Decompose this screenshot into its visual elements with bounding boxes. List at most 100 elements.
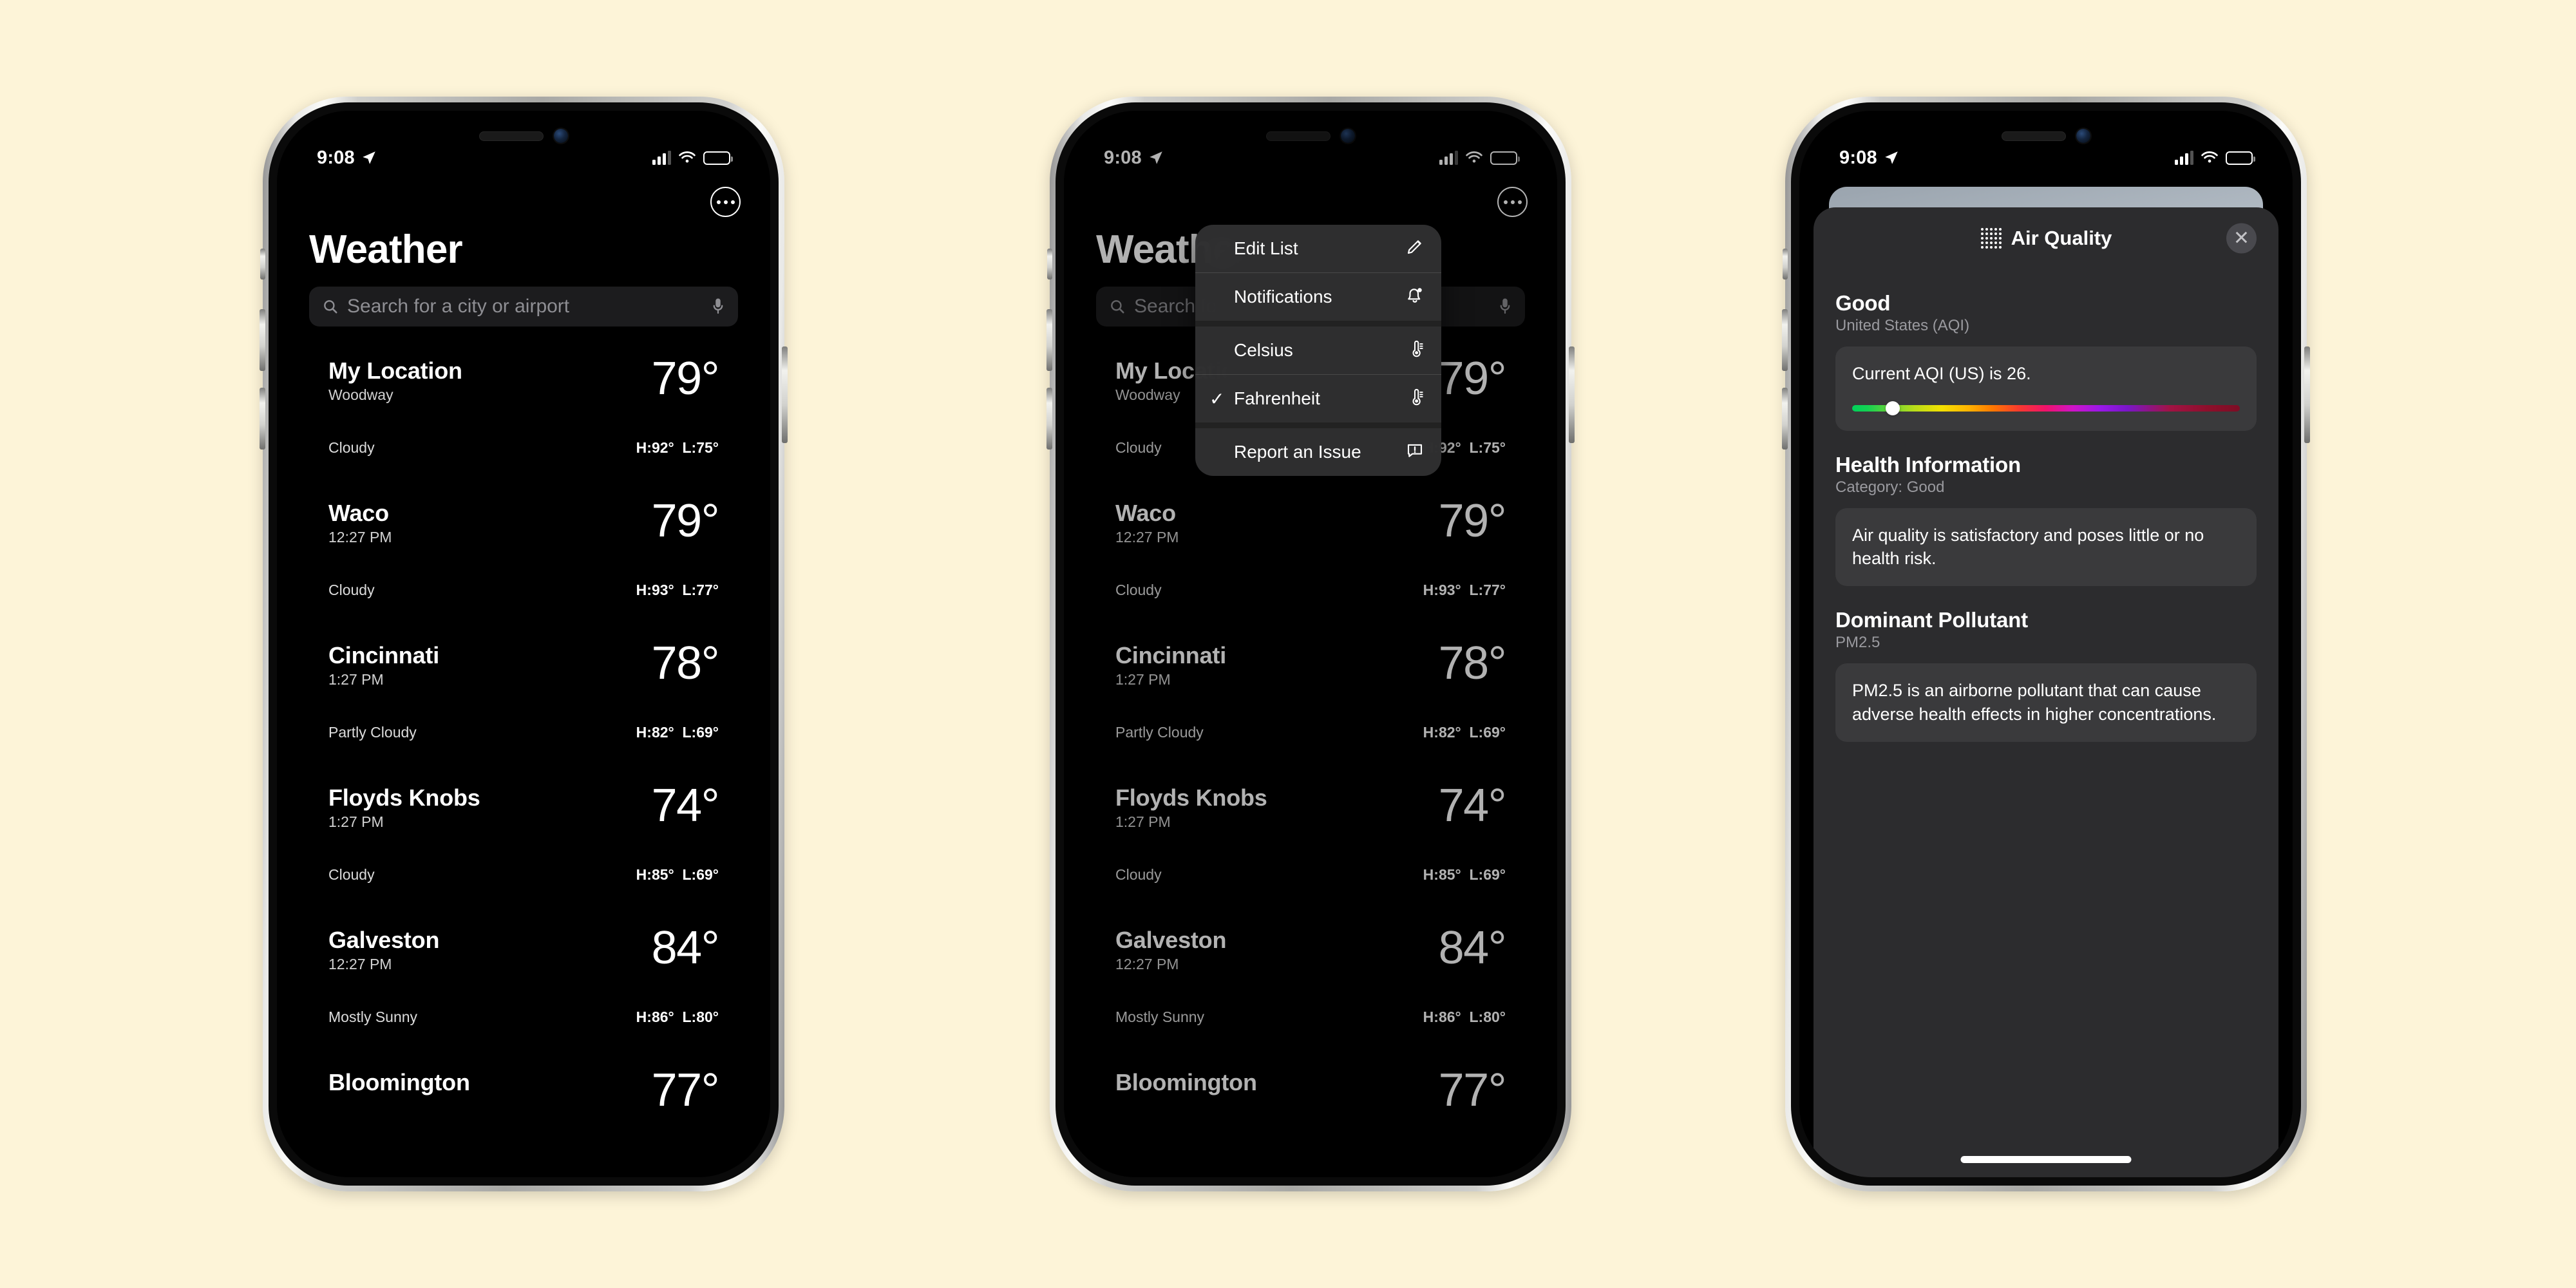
card-high-low: H:93° L:77° xyxy=(636,582,719,598)
air-quality-sheet: Air Quality ✕ Good United States (AQI) C… xyxy=(1814,207,2278,1177)
phone-device-3: 9:08 Air Quality ✕ Good United States (A… xyxy=(1782,97,2310,1191)
weather-card[interactable]: Bloomington 77° xyxy=(309,1054,738,1177)
dominant-pollutant-text: PM2.5 is an airborne pollutant that can … xyxy=(1835,663,2257,742)
menu-item-notifications[interactable]: Notifications xyxy=(1195,273,1441,321)
microphone-icon[interactable] xyxy=(711,297,725,316)
menu-item-label: Report an Issue xyxy=(1234,442,1361,462)
dominant-pollutant-name: PM2.5 xyxy=(1835,634,1880,652)
menu-item-label: Notifications xyxy=(1234,287,1332,307)
search-icon xyxy=(324,300,337,314)
weather-card[interactable]: My Location Woodway 79° Cloudy H:92° L:75° xyxy=(309,342,738,471)
status-left: 9:08 xyxy=(317,147,377,169)
card-temperature: 78° xyxy=(651,638,720,689)
thermometer-icon xyxy=(1405,339,1425,363)
report-bubble-icon xyxy=(1405,440,1425,464)
cellular-bars-icon xyxy=(2175,151,2193,165)
air-quality-dots-icon xyxy=(1980,227,2002,249)
card-bottom-row: Cloudy H:92° L:75° xyxy=(328,439,719,457)
card-location-block: Cincinnati 1:27 PM xyxy=(328,642,439,688)
volume-down-button[interactable] xyxy=(260,388,265,450)
card-bottom-row: Cloudy H:85° L:69° xyxy=(328,866,719,884)
aqi-category: Good xyxy=(1835,291,1891,315)
weather-list-page: Weather Search for a city or airport xyxy=(277,111,770,1177)
current-aqi-box: Current AQI (US) is 26. xyxy=(1835,346,2257,431)
menu-separator xyxy=(1195,321,1441,327)
card-top-row: Bloomington 77° xyxy=(328,1065,720,1116)
location-arrow-icon xyxy=(363,151,375,164)
card-high-low: H:85° L:69° xyxy=(636,866,719,883)
card-location-block: Galveston 12:27 PM xyxy=(328,927,439,973)
card-city: Bloomington xyxy=(328,1069,470,1095)
menu-item-celsius[interactable]: Celsius xyxy=(1195,327,1441,374)
menu-separator xyxy=(1195,422,1441,428)
thermometer-icon xyxy=(1405,387,1425,411)
phone-bezel: 9:08 xyxy=(1791,102,2301,1186)
cellular-bars-icon xyxy=(652,151,671,165)
close-icon[interactable]: ✕ xyxy=(2226,223,2257,254)
status-bar: 9:08 xyxy=(277,111,770,183)
weather-card[interactable]: Galveston 12:27 PM 84° Mostly Sunny H:86° L:… xyxy=(309,911,738,1040)
card-city: Galveston xyxy=(328,927,440,953)
phone-device-2: 9:08 Weather Search My Location Woodway … xyxy=(1046,97,1575,1191)
status-right xyxy=(2175,151,2255,165)
card-subtitle: 12:27 PM xyxy=(328,956,392,972)
card-condition: Partly Cloudy xyxy=(328,724,417,741)
pencil-icon xyxy=(1405,237,1425,261)
card-top-row: Galveston 12:27 PM 84° xyxy=(328,922,720,974)
menu-item-report-an-issue[interactable]: Report an Issue xyxy=(1195,428,1441,476)
weather-card[interactable]: Floyds Knobs 1:27 PM 74° Cloudy H:85° L:69° xyxy=(309,769,738,898)
volume-down-button[interactable] xyxy=(1046,388,1052,450)
menu-item-edit-list[interactable]: Edit List xyxy=(1195,225,1441,272)
health-info-title: Health Information xyxy=(1835,452,2021,477)
menu-item-fahrenheit[interactable]: ✓ Fahrenheit xyxy=(1195,375,1441,422)
volume-down-button[interactable] xyxy=(1782,388,1788,450)
status-left: 9:08 xyxy=(1839,147,1900,169)
card-subtitle: 12:27 PM xyxy=(328,529,392,545)
dominant-pollutant-title: Dominant Pollutant xyxy=(1835,608,2028,632)
volume-up-button[interactable] xyxy=(260,309,265,371)
phone-bezel: 9:08 xyxy=(1056,102,1566,1186)
card-bottom-row: Mostly Sunny H:86° L:80° xyxy=(328,1009,719,1026)
card-location-block: Bloomington xyxy=(328,1069,470,1098)
card-temperature: 84° xyxy=(651,922,720,974)
mute-switch[interactable] xyxy=(1783,249,1788,279)
mute-switch[interactable] xyxy=(260,249,265,279)
volume-up-button[interactable] xyxy=(1046,309,1052,371)
menu-item-label: Fahrenheit xyxy=(1234,388,1320,408)
home-indicator[interactable] xyxy=(1960,1156,2132,1163)
card-condition: Cloudy xyxy=(328,439,375,456)
card-bottom-row: Cloudy H:93° L:77° xyxy=(328,582,719,599)
wifi-icon xyxy=(679,151,696,163)
health-info-category: Category: Good xyxy=(1835,478,1945,496)
power-button[interactable] xyxy=(782,346,788,443)
power-button[interactable] xyxy=(1569,346,1575,443)
wifi-icon xyxy=(2201,151,2218,163)
volume-up-button[interactable] xyxy=(1782,309,1788,371)
page-title: Weather xyxy=(309,227,463,272)
screen-3: 9:08 Air Quality ✕ Good United States (A… xyxy=(1799,111,2293,1177)
aqi-scale-bar xyxy=(1852,401,2240,415)
card-condition: Cloudy xyxy=(328,582,375,598)
card-top-row: Cincinnati 1:27 PM 78° xyxy=(328,638,720,689)
aqi-scale: United States (AQI) xyxy=(1835,317,1970,334)
status-time: 9:08 xyxy=(317,147,355,168)
card-location-block: My Location Woodway xyxy=(328,357,462,404)
menu-item-label: Celsius xyxy=(1234,340,1293,360)
card-location-block: Waco 12:27 PM xyxy=(328,500,392,546)
card-high-low: H:86° L:80° xyxy=(636,1009,719,1025)
weather-card[interactable]: Waco 12:27 PM 79° Cloudy H:93° L:77° xyxy=(309,484,738,613)
phone-device-1: 9:08 Weather Search for a city or airpor… xyxy=(260,97,788,1191)
power-button[interactable] xyxy=(2304,346,2310,443)
search-input[interactable]: Search for a city or airport xyxy=(309,287,738,327)
mute-switch[interactable] xyxy=(1047,249,1052,279)
card-temperature: 79° xyxy=(651,353,720,404)
more-options-button[interactable] xyxy=(710,187,741,217)
weather-card[interactable]: Cincinnati 1:27 PM 78° Partly Cloudy H:82° L… xyxy=(309,627,738,755)
search-placeholder: Search for a city or airport xyxy=(347,296,570,317)
card-high-low: H:92° L:75° xyxy=(636,439,719,456)
battery-icon xyxy=(2226,151,2255,165)
card-temperature: 77° xyxy=(651,1065,720,1116)
aqi-indicator-dot xyxy=(1886,401,1900,415)
bell-icon xyxy=(1405,285,1425,309)
phone-bezel: 9:08 xyxy=(269,102,779,1186)
